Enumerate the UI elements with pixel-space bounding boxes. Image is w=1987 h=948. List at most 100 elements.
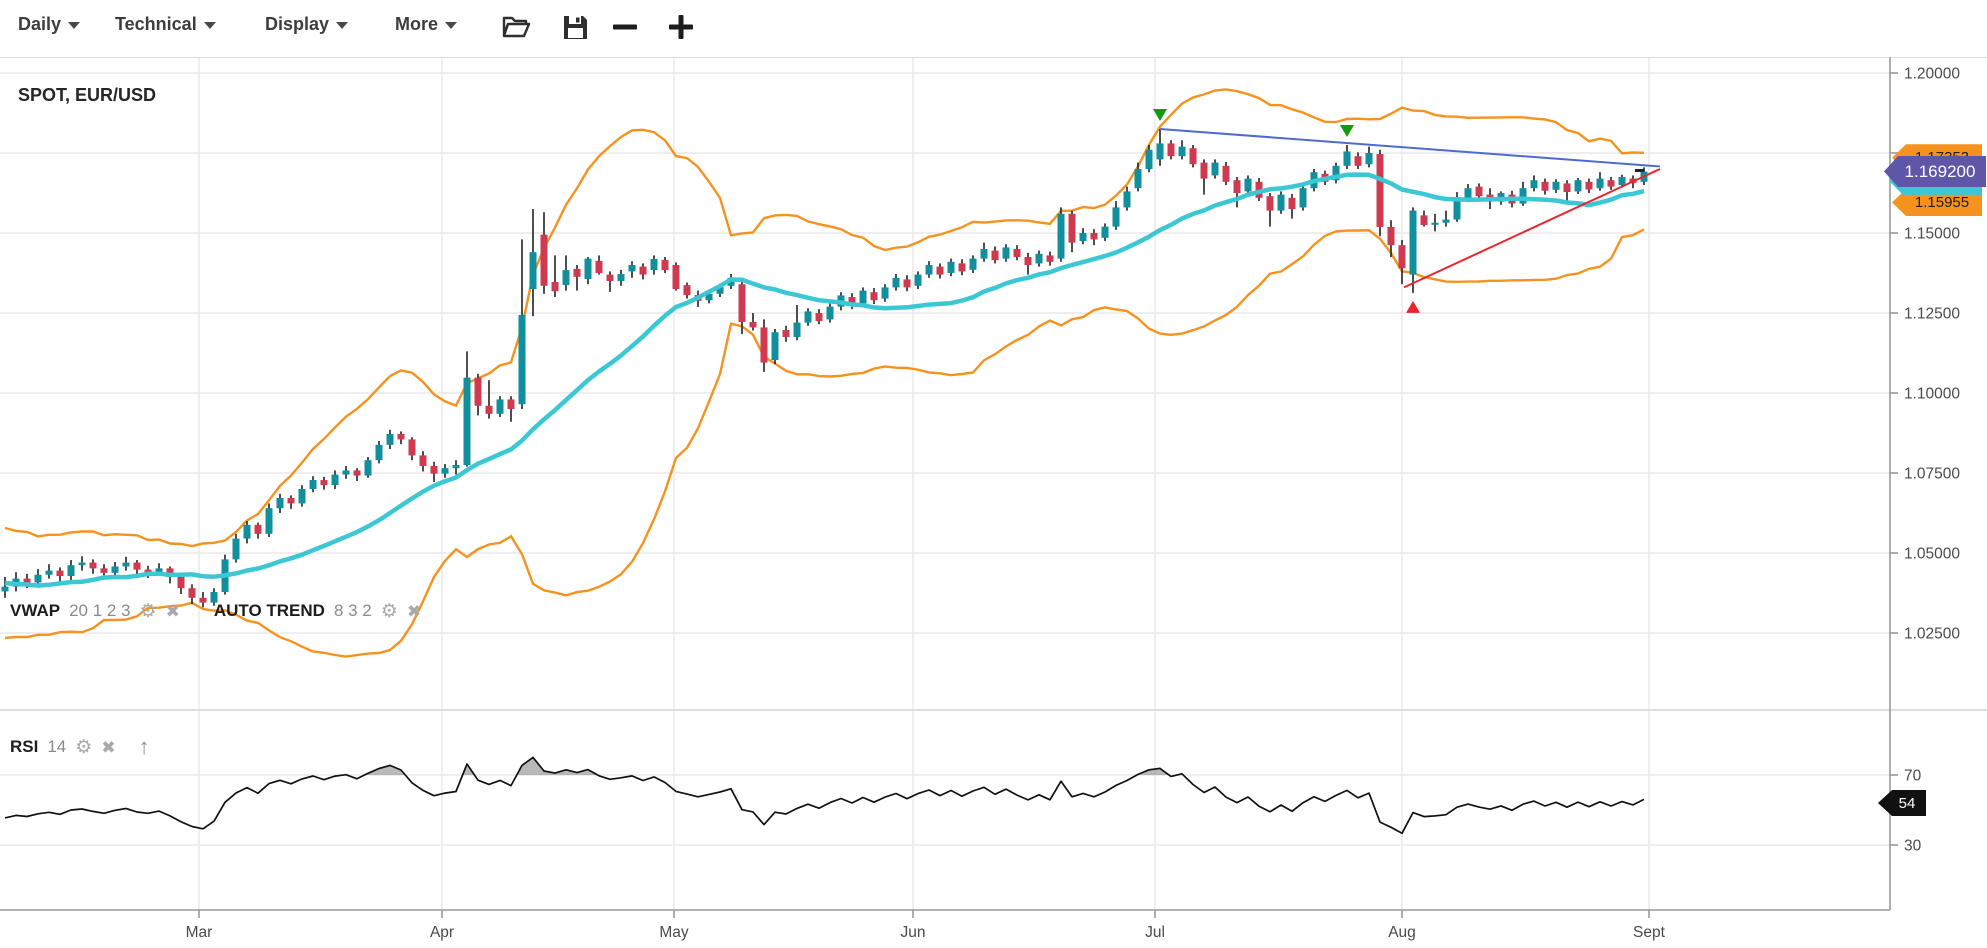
candle-body [1388, 227, 1395, 245]
candle-body [464, 378, 471, 465]
candle-body [882, 287, 889, 298]
candle-body [1135, 169, 1142, 188]
candle-body [827, 307, 834, 320]
candle-body [376, 445, 383, 460]
gear-icon[interactable]: ⚙ [381, 602, 398, 621]
month-label: May [659, 924, 689, 941]
candle-body [937, 267, 944, 275]
rsi-legend-params: 14 [47, 737, 66, 757]
menu-more[interactable]: More [395, 14, 457, 35]
candle-body [508, 399, 515, 409]
candle-body [981, 249, 988, 259]
candle-body [1234, 180, 1241, 193]
month-label: Jul [1145, 924, 1165, 941]
candle-body [321, 480, 328, 485]
candle-body [750, 322, 757, 327]
candle-body [1564, 183, 1571, 192]
price-tick-label: 1.15000 [1904, 226, 1960, 243]
lower-band-line [5, 229, 1644, 656]
chevron-down-icon [336, 22, 348, 29]
expand-arrow-icon[interactable]: ↑ [139, 736, 150, 758]
candle-body [574, 269, 581, 277]
candle-body [1058, 214, 1065, 259]
candle-body [926, 265, 933, 275]
candle-body [1036, 254, 1043, 264]
candle-body [354, 470, 361, 475]
month-label: Apr [430, 924, 454, 941]
candle-body [79, 563, 86, 566]
candle-body [1245, 179, 1252, 192]
candle-body [343, 470, 350, 474]
rsi-pane[interactable] [5, 757, 1644, 833]
auto-trend-legend-params: 8 3 2 [334, 601, 372, 621]
candle-body [607, 275, 614, 281]
price-chart-canvas[interactable]: 1.200001.150001.125001.100001.075001.050… [0, 0, 1987, 948]
candle-body [1047, 255, 1054, 261]
candle-body [1520, 188, 1527, 203]
candle-body [761, 327, 768, 362]
candle-body [233, 539, 240, 560]
candle-body [530, 252, 537, 289]
candle-body [1300, 188, 1307, 207]
candle-body [1344, 151, 1351, 165]
sell-signal-marker [1340, 125, 1354, 137]
candle-body [365, 460, 372, 475]
candle-body [255, 525, 262, 534]
auto-trend-legend-name: AUTO TREND [214, 601, 325, 621]
candle-body [1267, 196, 1274, 210]
save-icon[interactable] [556, 8, 594, 46]
candle-body [332, 475, 339, 486]
candle-body [299, 489, 306, 503]
candle-body [673, 265, 680, 289]
candle-body [68, 565, 75, 576]
candle-body [629, 265, 636, 271]
candle-body [101, 568, 108, 572]
close-icon[interactable]: ✖ [101, 739, 115, 756]
candle-body [409, 439, 416, 455]
chevron-down-icon [204, 22, 216, 29]
gear-icon[interactable]: ⚙ [140, 602, 157, 621]
candle-body [552, 282, 559, 291]
candle-body [585, 259, 592, 279]
candle-body [1146, 150, 1153, 169]
menu-technical-label: Technical [115, 14, 197, 35]
price-tick-label: 1.05000 [1904, 546, 1960, 563]
candle-body [563, 270, 570, 285]
zoom-out-icon[interactable] [606, 8, 644, 46]
main-pane[interactable] [2, 89, 1661, 656]
candle-body [35, 575, 42, 583]
zoom-in-icon[interactable] [662, 8, 700, 46]
candle-body [1003, 247, 1010, 258]
candle-body [1124, 191, 1131, 207]
menu-technical[interactable]: Technical [115, 14, 216, 35]
price-tick-label: 1.02500 [1904, 626, 1960, 643]
gear-icon[interactable]: ⚙ [75, 738, 92, 757]
candle-body [57, 571, 64, 576]
open-folder-icon[interactable] [498, 8, 536, 46]
candle-body [1619, 177, 1626, 185]
candle-body [189, 588, 196, 598]
menu-daily[interactable]: Daily [18, 14, 80, 35]
candle-body [959, 263, 966, 271]
candle-body [134, 563, 141, 570]
candle-body [992, 251, 999, 261]
candle-body [1410, 211, 1417, 275]
candle-body [893, 278, 900, 288]
candle-body [2, 587, 9, 592]
candle-body [310, 480, 317, 489]
menu-display[interactable]: Display [265, 14, 348, 35]
close-icon[interactable]: ✖ [407, 603, 421, 620]
candle-body [1608, 180, 1615, 186]
candle-body [123, 563, 130, 567]
rsi-tick-label: 30 [1904, 838, 1922, 855]
candle-body [618, 274, 625, 281]
candle-body [1080, 233, 1087, 241]
candle-body [519, 315, 526, 404]
candle-body [1421, 215, 1428, 225]
menu-display-label: Display [265, 14, 329, 35]
candle-body [288, 498, 295, 503]
candle-body [431, 466, 438, 474]
current-bar-marker [1635, 169, 1644, 172]
close-icon[interactable]: ✖ [166, 603, 180, 620]
lower-band-price-value: 1.15955 [1915, 194, 1969, 211]
